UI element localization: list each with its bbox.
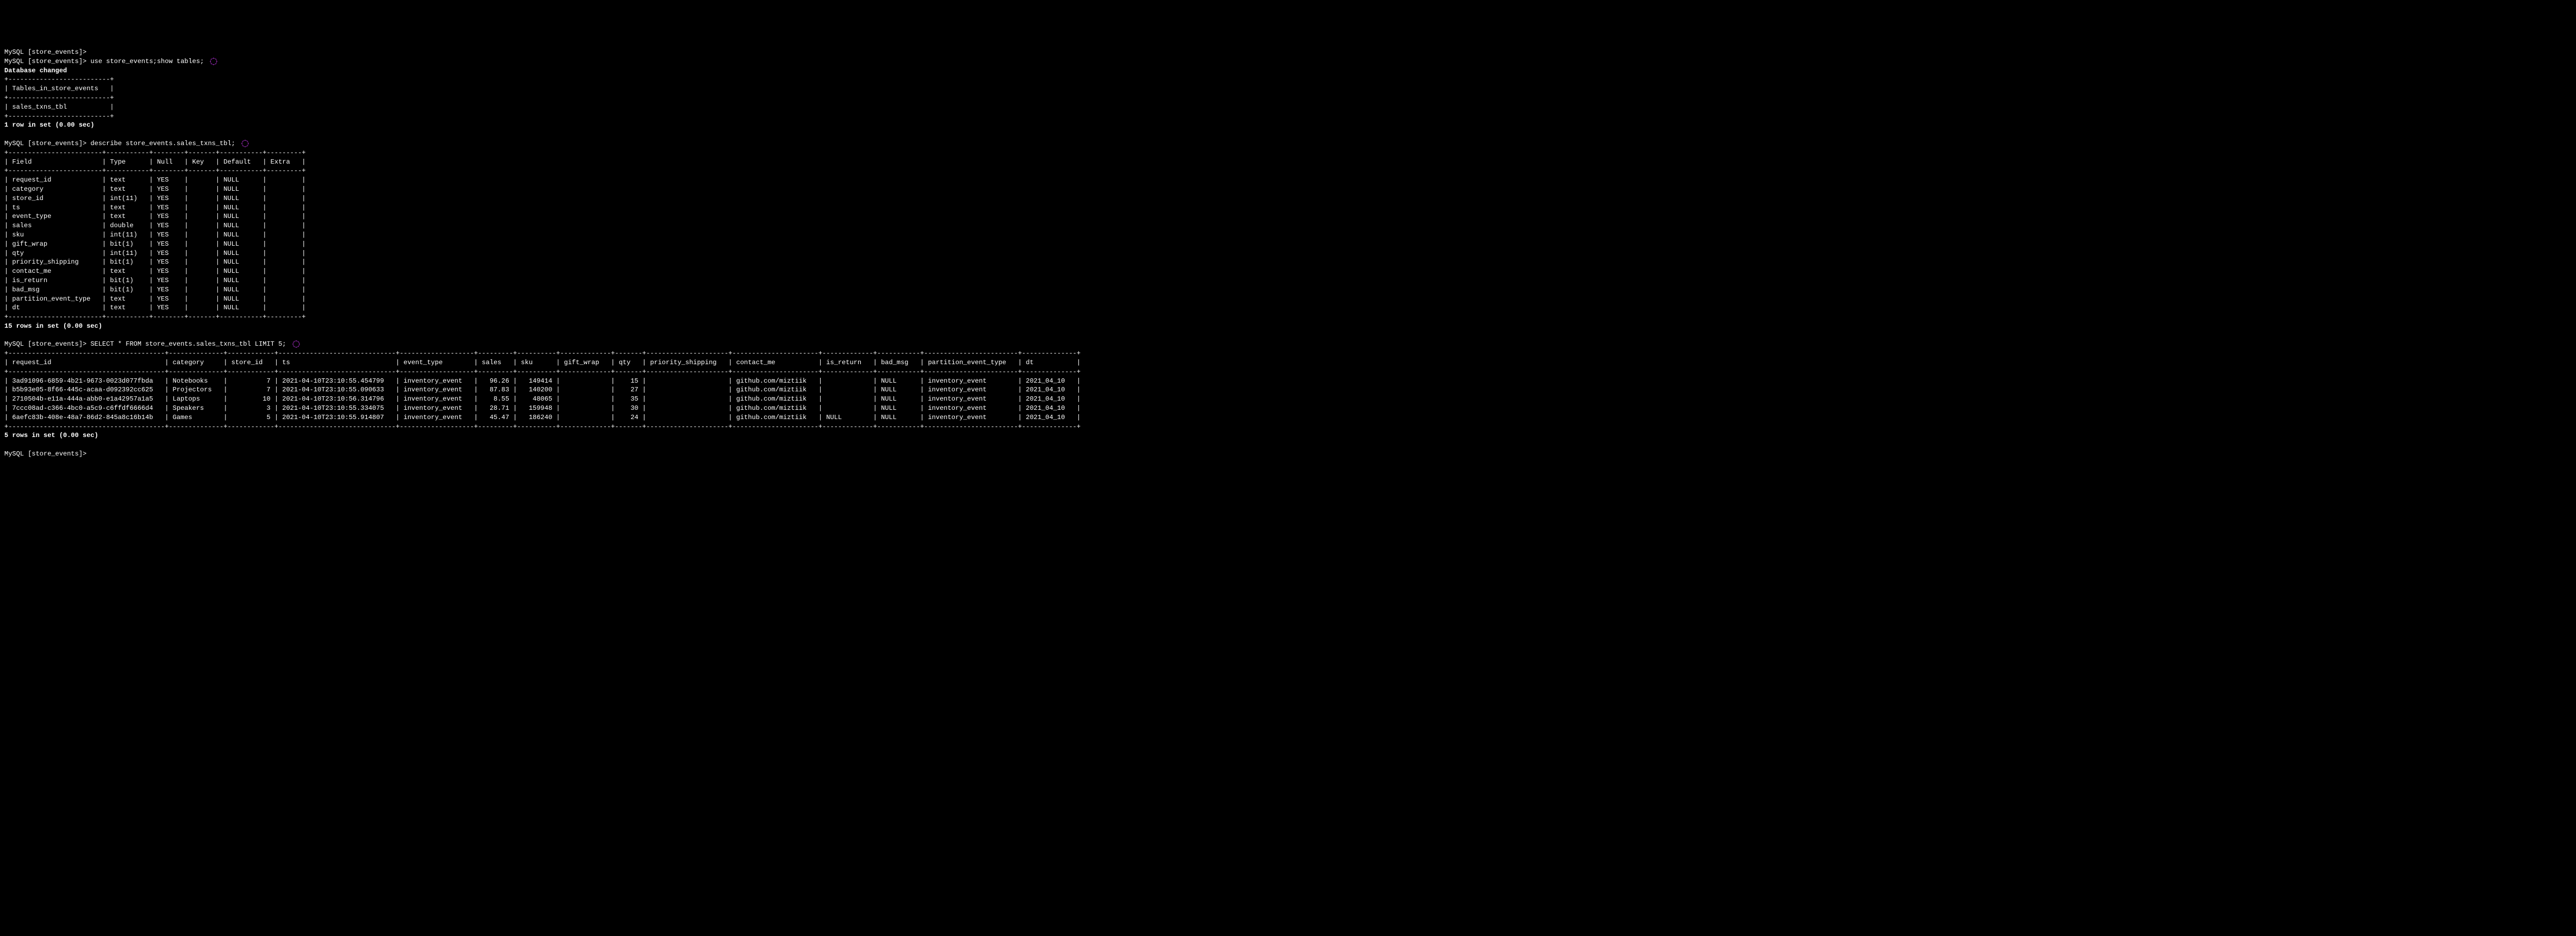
cmd1-result: Database changed — [4, 67, 67, 74]
spinner-icon — [292, 340, 300, 348]
terminal[interactable]: MySQL [store_events]> MySQL [store_event… — [0, 46, 2576, 461]
cmd2-line: MySQL [store_events]> describe store_eve… — [4, 140, 249, 147]
prompt-line-final: MySQL [store_events]> — [4, 450, 86, 458]
select-output: +---------------------------------------… — [4, 350, 1080, 430]
spinner-icon — [241, 140, 249, 147]
spinner-icon — [210, 58, 217, 65]
cmd1-footer: 1 row in set (0.00 sec) — [4, 121, 95, 129]
cmd1-line: MySQL [store_events]> use store_events;s… — [4, 58, 217, 65]
cmd3-line: MySQL [store_events]> SELECT * FROM stor… — [4, 340, 300, 348]
cmd3-footer: 5 rows in set (0.00 sec) — [4, 432, 98, 439]
cmd3-text: SELECT * FROM store_events.sales_txns_tb… — [90, 340, 286, 348]
describe-output: +------------------------+-----------+--… — [4, 149, 306, 321]
prompt-line-empty: MySQL [store_events]> — [4, 48, 86, 56]
cmd1-text: use store_events;show tables; — [90, 58, 204, 65]
cmd2-text: describe store_events.sales_txns_tbl; — [90, 140, 235, 147]
tables-output: +--------------------------+ | Tables_in… — [4, 76, 114, 120]
cmd2-footer: 15 rows in set (0.00 sec) — [4, 322, 102, 330]
